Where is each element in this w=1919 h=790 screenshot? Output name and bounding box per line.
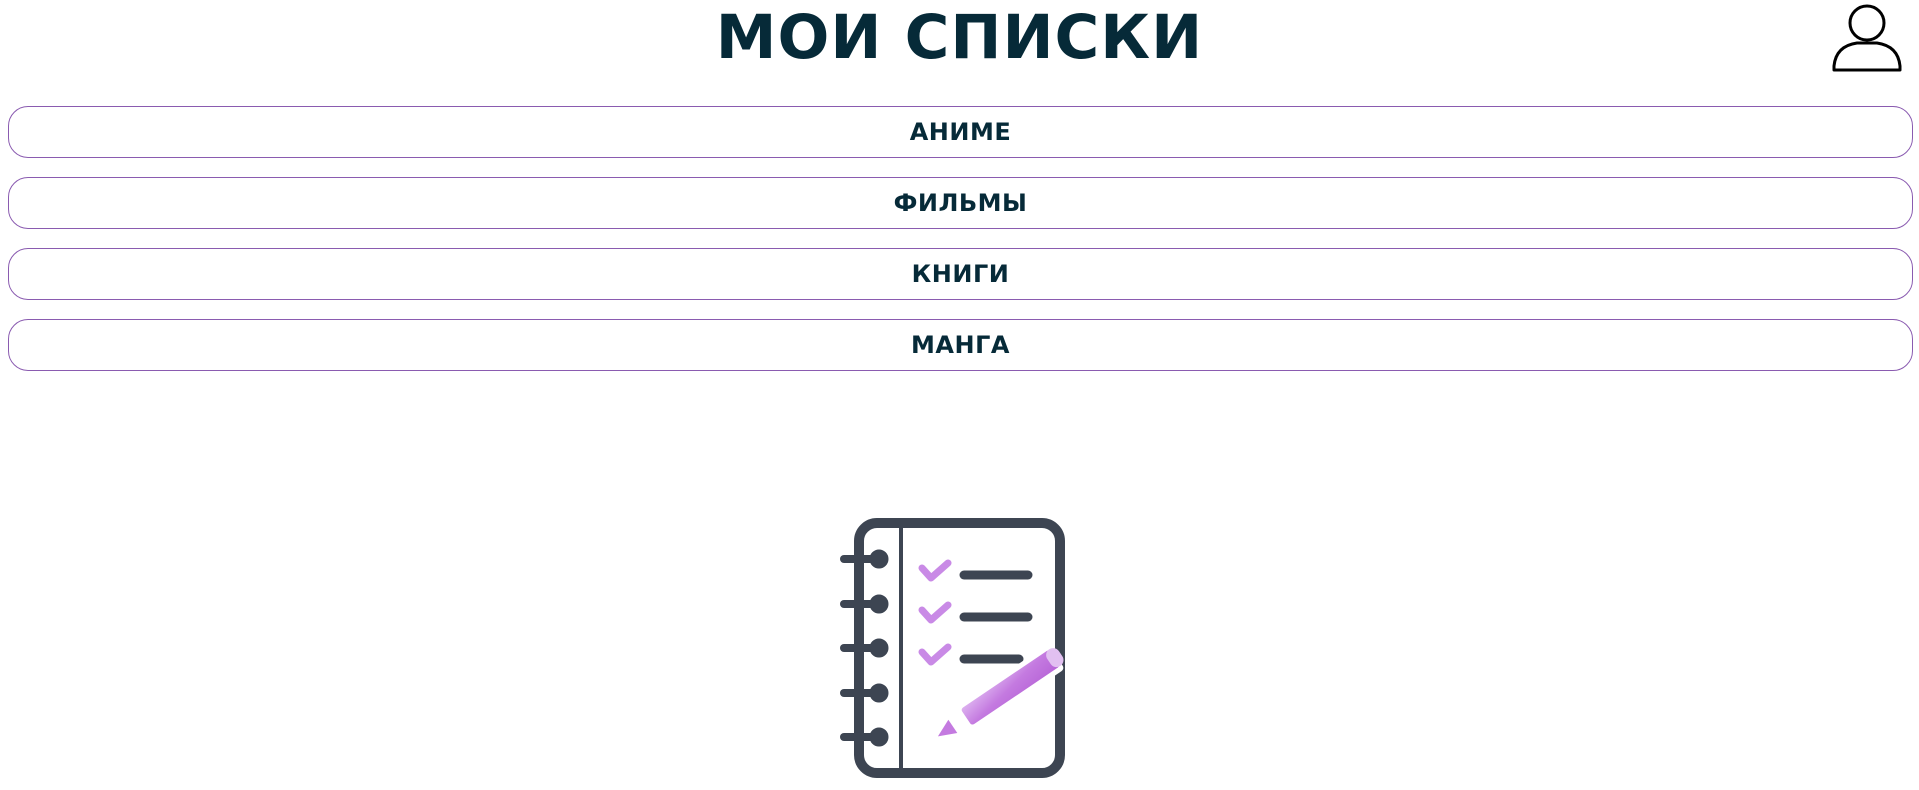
binder-rings [840,549,889,747]
list-button-books[interactable]: КНИГИ [8,248,1913,300]
list-button-label: АНИМЕ [909,118,1012,146]
list-button-manga[interactable]: МАНГА [8,319,1913,371]
page-title: МОИ СПИСКИ [715,2,1204,73]
lists-nav: АНИМЕ ФИЛЬМЫ КНИГИ МАНГА [8,106,1913,390]
list-button-label: МАНГА [911,331,1010,359]
list-button-films[interactable]: ФИЛЬМЫ [8,177,1913,229]
profile-button[interactable] [1828,0,1906,74]
list-button-anime[interactable]: АНИМЕ [8,106,1913,158]
notebook-illustration [830,512,1090,782]
list-button-label: ФИЛЬМЫ [893,189,1028,217]
list-button-label: КНИГИ [911,260,1010,288]
notebook-checklist-icon [840,518,1065,778]
check-icon [918,559,952,666]
user-icon [1832,4,1902,72]
